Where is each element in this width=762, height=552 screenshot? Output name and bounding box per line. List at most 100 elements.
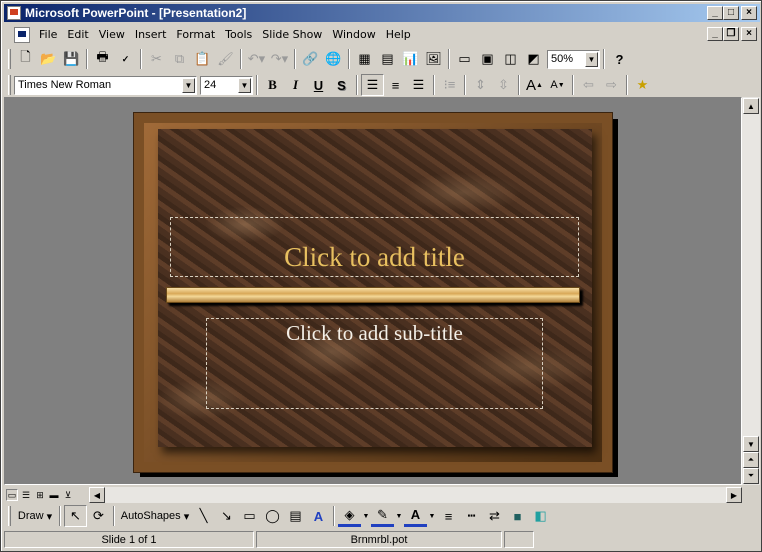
close-button[interactable]: × (741, 6, 757, 20)
minimize-button[interactable]: _ (707, 6, 723, 20)
outline-view-icon[interactable]: ☰ (20, 489, 32, 501)
increase-font-size-icon[interactable]: A ▲ (523, 74, 546, 96)
title-bar[interactable]: Microsoft PowerPoint - [Presentation2] (4, 4, 760, 22)
help-icon[interactable]: ? (608, 48, 631, 70)
align-right-icon[interactable]: ☰ (407, 74, 430, 96)
horizontal-scrollbar[interactable]: ◀ ▶ (89, 487, 742, 503)
menu-insert[interactable]: Insert (130, 28, 172, 41)
arrow-icon[interactable]: ↘ (215, 505, 238, 527)
draw-menu-button[interactable]: Draw ▾ (14, 505, 56, 527)
doc-minimize-button[interactable]: _ (707, 27, 723, 41)
format-painter-icon[interactable]: 🖌 (214, 48, 237, 70)
open-folder-icon[interactable]: 📂 (37, 48, 60, 70)
align-center-icon[interactable]: ≡ (384, 74, 407, 96)
previous-slide-icon[interactable]: ⏶ (743, 452, 759, 468)
print-icon[interactable]: 🖶 (91, 48, 114, 70)
insert-chart-icon[interactable]: 📊 (399, 48, 422, 70)
font-color-icon[interactable]: A (404, 505, 427, 527)
chevron-down-icon[interactable]: ▼ (427, 505, 437, 527)
menu-format[interactable]: Format (171, 28, 220, 41)
menu-file[interactable]: File (34, 28, 62, 41)
chevron-down-icon[interactable]: ▼ (394, 505, 404, 527)
increase-spacing-icon[interactable]: ⇕ (469, 74, 492, 96)
shadow-style-icon[interactable]: ■ (506, 505, 529, 527)
chevron-down-icon[interactable]: ▼ (585, 51, 598, 67)
line-color-icon[interactable]: ✎ (371, 505, 394, 527)
demote-icon[interactable]: ⇨ (600, 74, 623, 96)
web-toolbar-icon[interactable]: 🌐 (322, 48, 345, 70)
rectangle-icon[interactable]: ▭ (238, 505, 261, 527)
notes-page-view-icon[interactable]: ▬ (48, 489, 60, 501)
document-icon[interactable] (14, 26, 30, 43)
font-size-select[interactable]: 24 ▼ (200, 75, 253, 95)
new-document-icon[interactable]: 🗋 (14, 48, 37, 70)
chevron-down-icon[interactable]: ▼ (238, 77, 251, 93)
menu-edit[interactable]: Edit (62, 28, 93, 41)
insert-word-table-icon[interactable]: ▤ (376, 48, 399, 70)
copy-icon[interactable]: ⧉ (168, 48, 191, 70)
save-icon[interactable]: 💾 (60, 48, 83, 70)
vertical-scrollbar[interactable]: ▲ ▼ ⏶ ⏷ (742, 97, 760, 485)
doc-close-button[interactable]: × (741, 27, 757, 41)
bold-icon[interactable]: B (261, 74, 284, 96)
fill-color-icon[interactable]: ◈ (338, 505, 361, 527)
powerpoint-app-icon[interactable] (7, 6, 21, 20)
menu-tools[interactable]: Tools (220, 28, 257, 41)
doc-restore-button[interactable]: ❐ (723, 27, 739, 41)
title-placeholder[interactable]: Click to add title (170, 217, 579, 277)
undo-icon[interactable]: ↶▾ (245, 48, 268, 70)
apply-design-icon[interactable]: ◫ (499, 48, 522, 70)
chevron-down-icon[interactable]: ▼ (361, 505, 371, 527)
new-slide-icon[interactable]: ▭ (453, 48, 476, 70)
next-slide-icon[interactable]: ⏷ (743, 468, 759, 484)
scroll-right-icon[interactable]: ▶ (726, 487, 742, 503)
cut-icon[interactable]: ✂ (145, 48, 168, 70)
toolbar-grip[interactable] (8, 75, 11, 95)
free-rotate-icon[interactable]: ⟳ (87, 505, 110, 527)
scroll-up-icon[interactable]: ▲ (743, 98, 759, 114)
menu-view[interactable]: View (94, 28, 130, 41)
shadow-icon[interactable]: S (330, 74, 353, 96)
text-box-icon[interactable]: ▤ (284, 505, 307, 527)
align-left-icon[interactable]: ☰ (361, 74, 384, 96)
maximize-button[interactable]: □ (723, 6, 739, 20)
zoom-select[interactable]: 50% ▼ (547, 49, 600, 69)
menu-help[interactable]: Help (381, 28, 416, 41)
insert-table-icon[interactable]: ▦ (353, 48, 376, 70)
select-objects-icon[interactable]: ↖ (64, 505, 87, 527)
insert-clip-art-icon[interactable]: 🖼 (422, 48, 445, 70)
scroll-left-icon[interactable]: ◀ (89, 487, 105, 503)
paste-icon[interactable]: 📋 (191, 48, 214, 70)
line-style-icon[interactable]: ≡ (437, 505, 460, 527)
font-select[interactable]: Times New Roman ▼ (14, 75, 197, 95)
decrease-spacing-icon[interactable]: ⇳ (492, 74, 515, 96)
slide-sorter-view-icon[interactable]: ⊞ (34, 489, 46, 501)
bullets-icon[interactable]: ⁝≡ (438, 74, 461, 96)
toolbar-grip[interactable] (8, 506, 11, 526)
promote-icon[interactable]: ⇦ (577, 74, 600, 96)
animation-effects-icon[interactable]: ★ (631, 74, 654, 96)
slide-show-view-icon[interactable]: ⊻ (62, 489, 74, 501)
hyperlink-icon[interactable]: 🔗 (299, 48, 322, 70)
menu-window[interactable]: Window (327, 28, 380, 41)
menu-slide-show[interactable]: Slide Show (257, 28, 327, 41)
toolbar-grip[interactable] (8, 49, 11, 69)
subtitle-placeholder[interactable]: Click to add sub-title (206, 318, 543, 409)
slide-layout-icon[interactable]: ▣ (476, 48, 499, 70)
wordart-icon[interactable]: A (307, 505, 330, 527)
dash-style-icon[interactable]: ┅ (460, 505, 483, 527)
arrow-style-icon[interactable]: ⇄ (483, 505, 506, 527)
redo-icon[interactable]: ↷▾ (268, 48, 291, 70)
chevron-down-icon[interactable]: ▼ (182, 77, 195, 93)
grayscale-preview-icon[interactable]: ◩ (522, 48, 545, 70)
line-icon[interactable]: ╲ (192, 505, 215, 527)
3d-style-icon[interactable]: ◧ (529, 505, 552, 527)
spelling-icon[interactable]: ✓ (114, 48, 137, 70)
oval-icon[interactable]: ◯ (261, 505, 284, 527)
underline-icon[interactable]: U (307, 74, 330, 96)
scroll-down-icon[interactable]: ▼ (743, 436, 759, 452)
italic-icon[interactable]: I (284, 74, 307, 96)
decrease-font-size-icon[interactable]: A ▼ (546, 74, 569, 96)
autoshapes-menu-button[interactable]: AutoShapes ▾ (118, 505, 192, 527)
normal-view-icon[interactable]: ▭ (6, 489, 18, 501)
